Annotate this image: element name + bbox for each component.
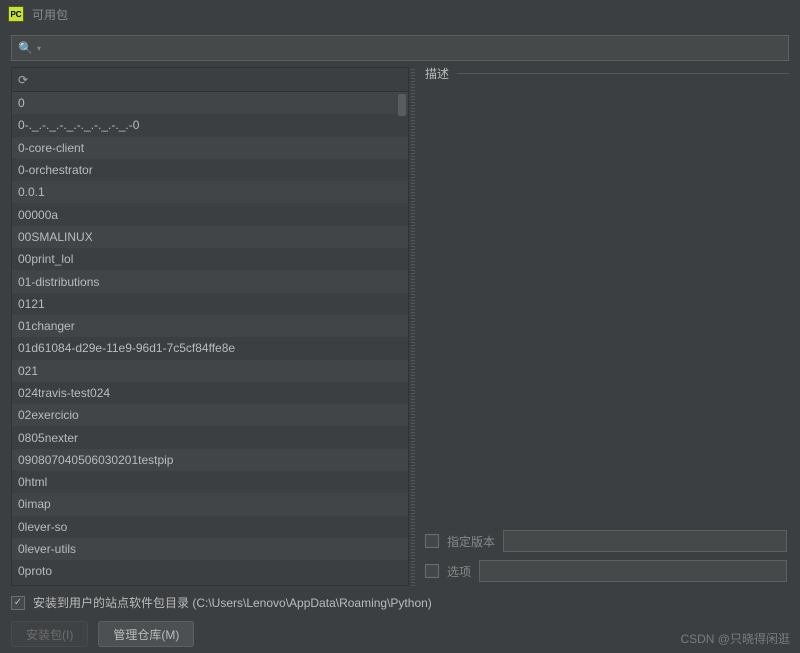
titlebar: PC 可用包 xyxy=(0,0,800,28)
options-label: 选项 xyxy=(447,563,471,580)
search-icon: 🔍 xyxy=(18,41,33,55)
reload-icon[interactable]: ⟳ xyxy=(18,73,28,87)
package-row[interactable]: 0 xyxy=(12,92,408,114)
description-divider xyxy=(457,73,789,74)
package-row[interactable]: 0805nexter xyxy=(12,426,408,448)
package-row[interactable]: 01d61084-d29e-11e9-96d1-7c5cf84ffe8e xyxy=(12,337,408,359)
package-row[interactable]: 00SMALINUX xyxy=(12,226,408,248)
package-list[interactable]: 00-._.-._.-._.-._.-._.-._.-00-core-clien… xyxy=(12,92,408,585)
options-input[interactable] xyxy=(479,560,787,582)
package-row[interactable]: 0lever-utils xyxy=(12,538,408,560)
package-panel: ⟳ 00-._.-._.-._.-._.-._.-._.-00-core-cli… xyxy=(11,67,409,586)
package-row[interactable]: 0lever-so xyxy=(12,516,408,538)
package-row[interactable]: 090807040506030201testpip xyxy=(12,449,408,471)
search-dropdown-icon[interactable]: ▾ xyxy=(37,44,41,53)
install-to-user-label: 安装到用户的站点软件包目录 (C:\Users\Lenovo\AppData\R… xyxy=(33,594,432,611)
description-panel: 描述 指定版本 选项 xyxy=(417,67,789,586)
package-row[interactable]: 0-._.-._.-._.-._.-._.-._.-0 xyxy=(12,114,408,136)
manage-repositories-button[interactable]: 管理仓库(M) xyxy=(98,621,194,647)
window-title: 可用包 xyxy=(32,6,68,23)
install-package-button[interactable]: 安装包(I) xyxy=(11,621,88,647)
content-area: ⟳ 00-._.-._.-._.-._.-._.-._.-00-core-cli… xyxy=(0,67,800,586)
specify-version-label: 指定版本 xyxy=(447,533,495,550)
install-to-user-checkbox[interactable] xyxy=(11,596,25,610)
package-row[interactable]: 0-orchestrator xyxy=(12,159,408,181)
package-row[interactable]: 0html xyxy=(12,471,408,493)
package-row[interactable]: 021 xyxy=(12,360,408,382)
package-row[interactable]: 0imap xyxy=(12,493,408,515)
button-row: 安装包(I) 管理仓库(M) xyxy=(11,621,789,647)
package-row[interactable]: 0proto xyxy=(12,560,408,582)
options-checkbox[interactable] xyxy=(425,564,439,578)
search-bar[interactable]: 🔍▾ xyxy=(11,35,789,61)
package-row[interactable]: 02exercicio xyxy=(12,404,408,426)
watermark: CSDN @只晓得闲逛 xyxy=(680,630,790,647)
app-icon: PC xyxy=(8,6,24,22)
specify-version-checkbox[interactable] xyxy=(425,534,439,548)
search-input[interactable] xyxy=(45,41,782,55)
package-row[interactable]: 0-core-client xyxy=(12,137,408,159)
splitter[interactable] xyxy=(411,67,415,586)
specify-version-input[interactable] xyxy=(503,530,787,552)
install-options: 指定版本 选项 xyxy=(417,526,789,586)
scrollbar-thumb[interactable] xyxy=(398,94,406,116)
install-to-user-row: 安装到用户的站点软件包目录 (C:\Users\Lenovo\AppData\R… xyxy=(11,594,789,611)
package-row[interactable]: 00print_lol xyxy=(12,248,408,270)
package-row[interactable]: 0.0.1 xyxy=(12,181,408,203)
package-row[interactable]: 0121 xyxy=(12,293,408,315)
package-toolbar: ⟳ xyxy=(12,68,408,92)
package-row[interactable]: 00000a xyxy=(12,203,408,225)
package-row[interactable]: 01changer xyxy=(12,315,408,337)
package-row[interactable]: 024travis-test024 xyxy=(12,382,408,404)
options-row: 选项 xyxy=(417,556,789,586)
package-row[interactable]: 01-distributions xyxy=(12,270,408,292)
specify-version-row: 指定版本 xyxy=(417,526,789,556)
description-label: 描述 xyxy=(421,65,453,82)
